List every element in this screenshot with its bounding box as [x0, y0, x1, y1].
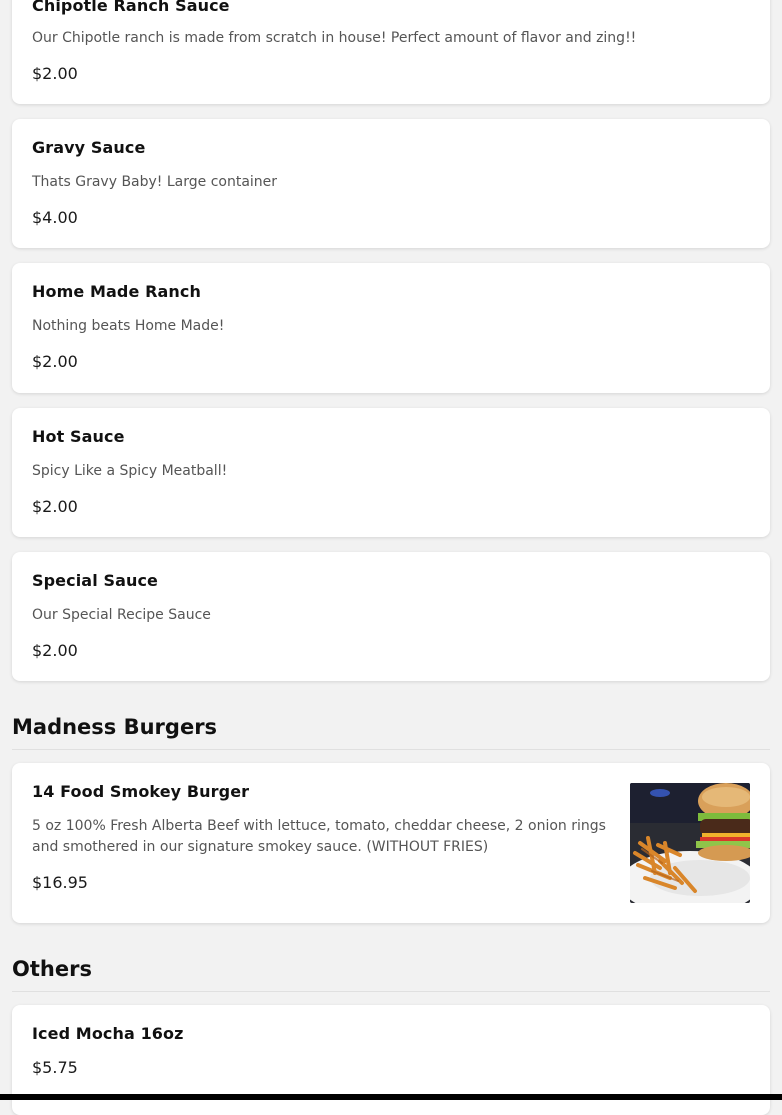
item-price: $2.00 [32, 64, 78, 83]
item-description: Our Chipotle ranch is made from scratch … [32, 30, 637, 46]
item-price: $5.75 [32, 1058, 78, 1077]
item-name: 14 Food Smokey Burger [32, 782, 250, 801]
item-price: $2.00 [32, 641, 78, 660]
section-title: Madness Burgers [12, 715, 218, 739]
item-description: Thats Gravy Baby! Large container [32, 174, 278, 190]
menu-item-card[interactable]: Hot Sauce Spicy Like a Spicy Meatball! $… [12, 408, 770, 537]
item-description: Nothing beats Home Made! [32, 318, 225, 334]
section-divider [12, 749, 770, 750]
item-name: Home Made Ranch [32, 282, 201, 301]
item-description: Spicy Like a Spicy Meatball! [32, 463, 228, 479]
item-price: $16.95 [32, 873, 88, 892]
item-name: Special Sauce [32, 571, 158, 590]
bottom-bar [0, 1094, 782, 1100]
item-price: $2.00 [32, 352, 78, 371]
menu-item-card[interactable]: Gravy Sauce Thats Gravy Baby! Large cont… [12, 119, 770, 248]
section-title: Others [12, 957, 92, 981]
menu-item-card[interactable]: Home Made Ranch Nothing beats Home Made!… [12, 263, 770, 393]
menu-item-card[interactable]: Chipotle Ranch Sauce Our Chipotle ranch … [12, 0, 770, 104]
item-name: Chipotle Ranch Sauce [32, 0, 230, 15]
item-description-line: and smothered in our signature smokey sa… [32, 839, 489, 855]
burger-image[interactable] [630, 783, 750, 903]
item-name: Gravy Sauce [32, 138, 146, 157]
item-price: $2.00 [32, 497, 78, 516]
menu-page: Chipotle Ranch Sauce Our Chipotle ranch … [0, 0, 782, 1115]
item-name: Iced Mocha 16oz [32, 1024, 184, 1043]
menu-item-card[interactable]: 14 Food Smokey Burger 5 oz 100% Fresh Al… [12, 763, 770, 923]
item-description: Our Special Recipe Sauce [32, 607, 211, 623]
menu-item-card[interactable]: Special Sauce Our Special Recipe Sauce $… [12, 552, 770, 681]
section-divider [12, 991, 770, 992]
item-name: Hot Sauce [32, 427, 125, 446]
item-price: $4.00 [32, 208, 78, 227]
item-description-line: 5 oz 100% Fresh Alberta Beef with lettuc… [32, 818, 606, 834]
